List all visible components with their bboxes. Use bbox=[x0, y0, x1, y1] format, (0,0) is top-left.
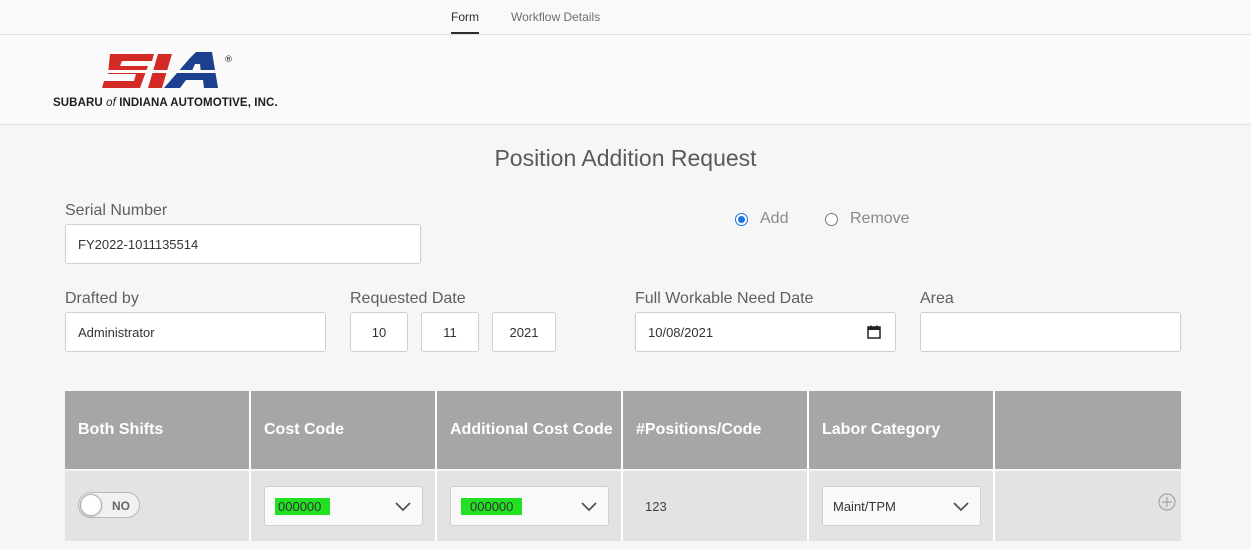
requested-month-field[interactable]: 10 bbox=[350, 312, 408, 352]
radio-remove-dot-icon bbox=[825, 212, 838, 226]
active-tab-indicator bbox=[451, 32, 479, 34]
header-cost-code: Cost Code bbox=[251, 391, 437, 469]
drafted-by-field[interactable]: Administrator bbox=[65, 312, 326, 352]
table-row: NO 000000 000000 123 Maint/TPM bbox=[65, 471, 1181, 541]
sia-logo-icon: ® bbox=[100, 52, 233, 88]
additional-cost-code-select[interactable]: 000000 bbox=[450, 486, 609, 526]
cost-code-select[interactable]: 000000 bbox=[264, 486, 423, 526]
cost-code-value: 000000 bbox=[275, 497, 331, 515]
toggle-label: NO bbox=[112, 499, 130, 513]
header-both-shifts: Both Shifts bbox=[65, 391, 251, 469]
radio-remove[interactable]: Remove bbox=[825, 210, 910, 228]
header-additional-cost-code: Additional Cost Code bbox=[437, 391, 623, 469]
radio-add[interactable]: Add bbox=[735, 210, 788, 228]
tab-form[interactable]: Form bbox=[451, 10, 479, 24]
need-date-label: Full Workable Need Date bbox=[635, 290, 814, 307]
requested-date-label: Requested Date bbox=[350, 290, 466, 307]
labor-category-select[interactable]: Maint/TPM bbox=[822, 486, 981, 526]
toggle-knob bbox=[80, 494, 102, 516]
header-positions-code: #Positions/Code bbox=[623, 391, 809, 469]
need-date-field[interactable]: 10/08/2021 bbox=[635, 312, 896, 352]
radio-remove-label: Remove bbox=[850, 210, 910, 227]
both-shifts-toggle[interactable]: NO bbox=[78, 492, 140, 518]
serial-number-label: Serial Number bbox=[65, 202, 168, 219]
top-tab-bar: Form Workflow Details bbox=[0, 0, 1251, 35]
cell-positions: 123 bbox=[623, 471, 809, 541]
need-date-value: 10/08/2021 bbox=[648, 324, 714, 340]
drafted-by-label: Drafted by bbox=[65, 290, 139, 307]
svg-text:®: ® bbox=[224, 55, 233, 65]
cell-both-shifts: NO bbox=[65, 471, 251, 541]
header-labor-category: Labor Category bbox=[809, 391, 995, 469]
serial-number-field[interactable]: FY2022-1011135514 bbox=[65, 224, 421, 264]
cell-cost-code: 000000 bbox=[251, 471, 437, 541]
add-row-icon[interactable] bbox=[1158, 493, 1176, 511]
header-actions bbox=[995, 391, 1181, 469]
requested-day-field[interactable]: 11 bbox=[421, 312, 479, 352]
chevron-down-icon bbox=[395, 502, 411, 512]
page-title: Position Addition Request bbox=[494, 145, 757, 171]
positions-value: 123 bbox=[645, 499, 667, 514]
chevron-down-icon bbox=[953, 502, 969, 512]
tab-workflow-details[interactable]: Workflow Details bbox=[511, 10, 600, 24]
area-label: Area bbox=[920, 290, 954, 307]
additional-cost-code-value: 000000 bbox=[461, 497, 523, 515]
radio-add-label: Add bbox=[760, 210, 789, 227]
cell-actions bbox=[995, 471, 1181, 541]
chevron-down-icon bbox=[581, 502, 597, 512]
area-field[interactable] bbox=[920, 312, 1181, 352]
company-name: SUBARU of INDIANA AUTOMOTIVE, INC. bbox=[53, 97, 278, 109]
cell-labor-category: Maint/TPM bbox=[809, 471, 995, 541]
radio-add-dot-icon bbox=[735, 212, 748, 226]
page-header: ® SUBARU of INDIANA AUTOMOTIVE, INC. bbox=[0, 36, 1251, 125]
calendar-icon[interactable] bbox=[867, 325, 881, 339]
cell-additional-cost-code: 000000 bbox=[437, 471, 623, 541]
labor-category-value: Maint/TPM bbox=[833, 498, 896, 514]
table-header: Both Shifts Cost Code Additional Cost Co… bbox=[65, 391, 1181, 469]
requested-year-field[interactable]: 2021 bbox=[492, 312, 556, 352]
